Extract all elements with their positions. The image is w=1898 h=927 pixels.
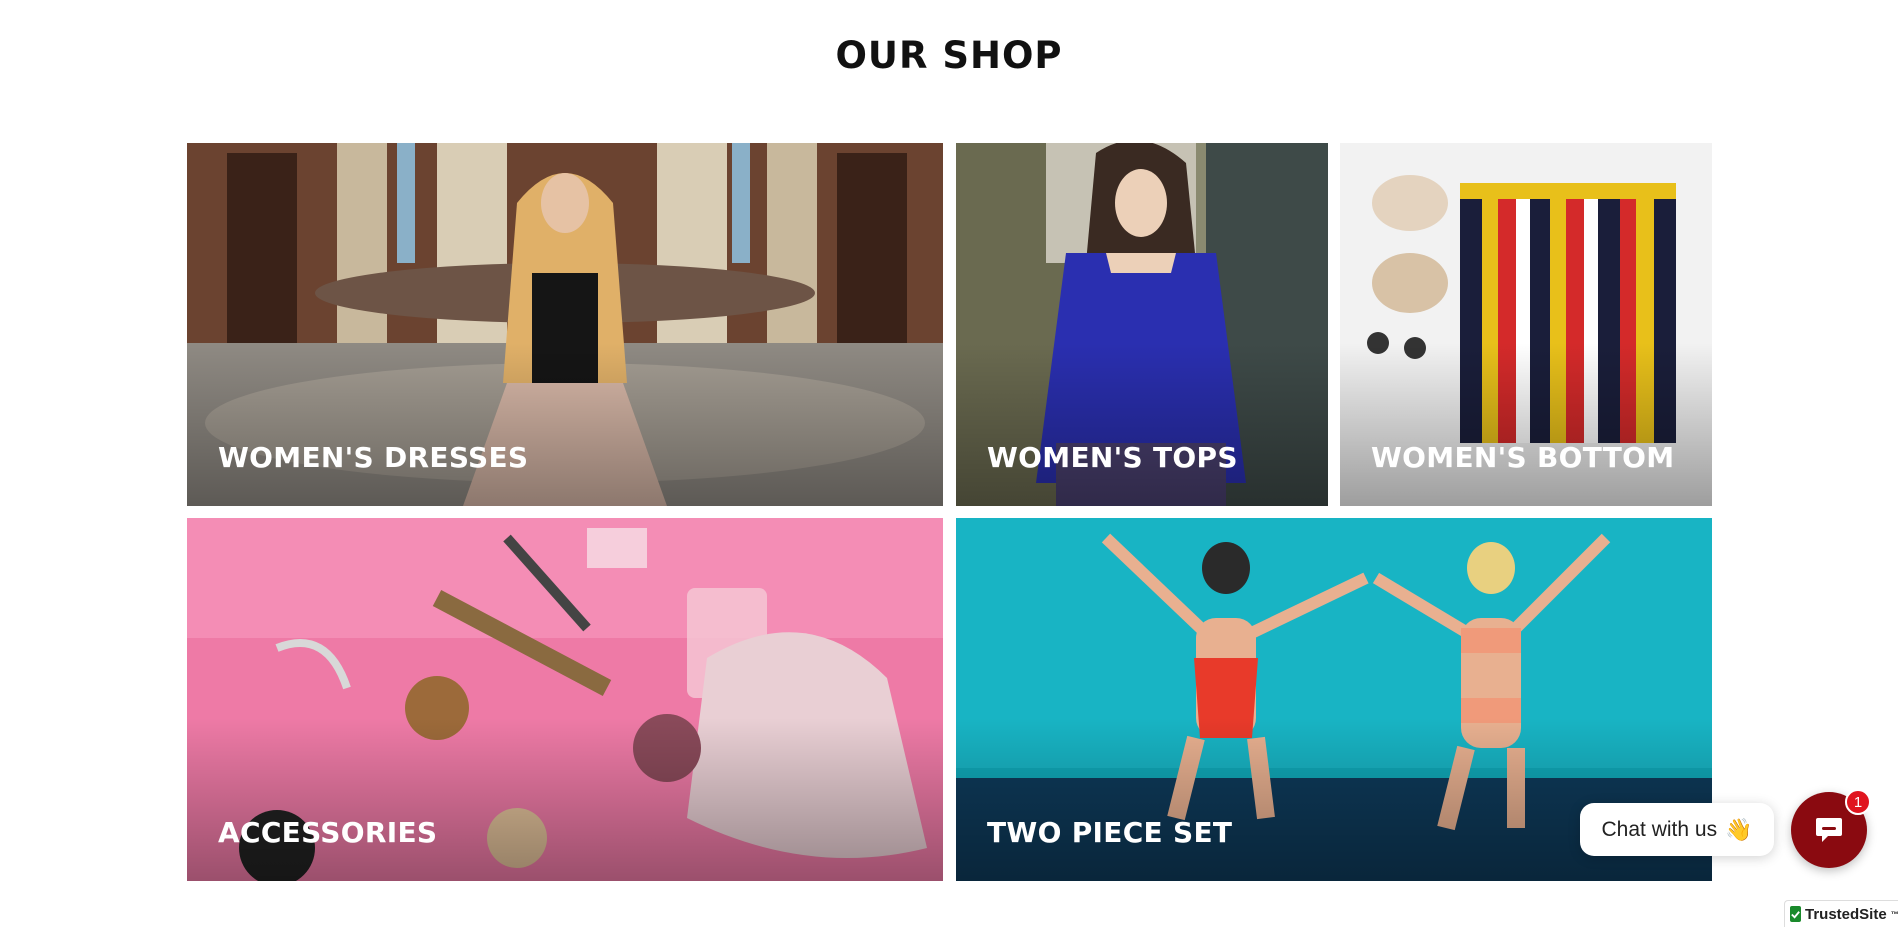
category-tile-womens-dresses[interactable]: WOMEN'S DRESSES [187,143,943,506]
trustedsite-label: TrustedSite [1805,905,1887,923]
check-icon [1790,906,1801,922]
category-label: WOMEN'S DRESSES [218,441,529,474]
waving-hand-icon: 👋 [1725,816,1753,842]
page-title: OUR SHOP [835,34,1063,77]
category-tile-womens-bottom[interactable]: WOMEN'S BOTTOM [1340,143,1712,506]
category-label: WOMEN'S BOTTOM [1371,441,1675,474]
trustedsite-badge[interactable]: TrustedSite ™ [1784,900,1898,927]
chat-prompt[interactable]: Chat with us 👋 [1580,803,1774,856]
category-label: ACCESSORIES [218,816,438,849]
trademark-mark: ™ [1890,909,1898,919]
category-label: WOMEN'S TOPS [987,441,1238,474]
category-tile-womens-tops[interactable]: WOMEN'S TOPS [956,143,1328,506]
chat-bubble-icon [1816,818,1842,842]
unread-badge: 1 [1845,789,1871,815]
category-label: TWO PIECE SET [987,816,1233,849]
category-tile-accessories[interactable]: ACCESSORIES [187,518,943,881]
chat-prompt-text: Chat with us [1601,817,1718,841]
